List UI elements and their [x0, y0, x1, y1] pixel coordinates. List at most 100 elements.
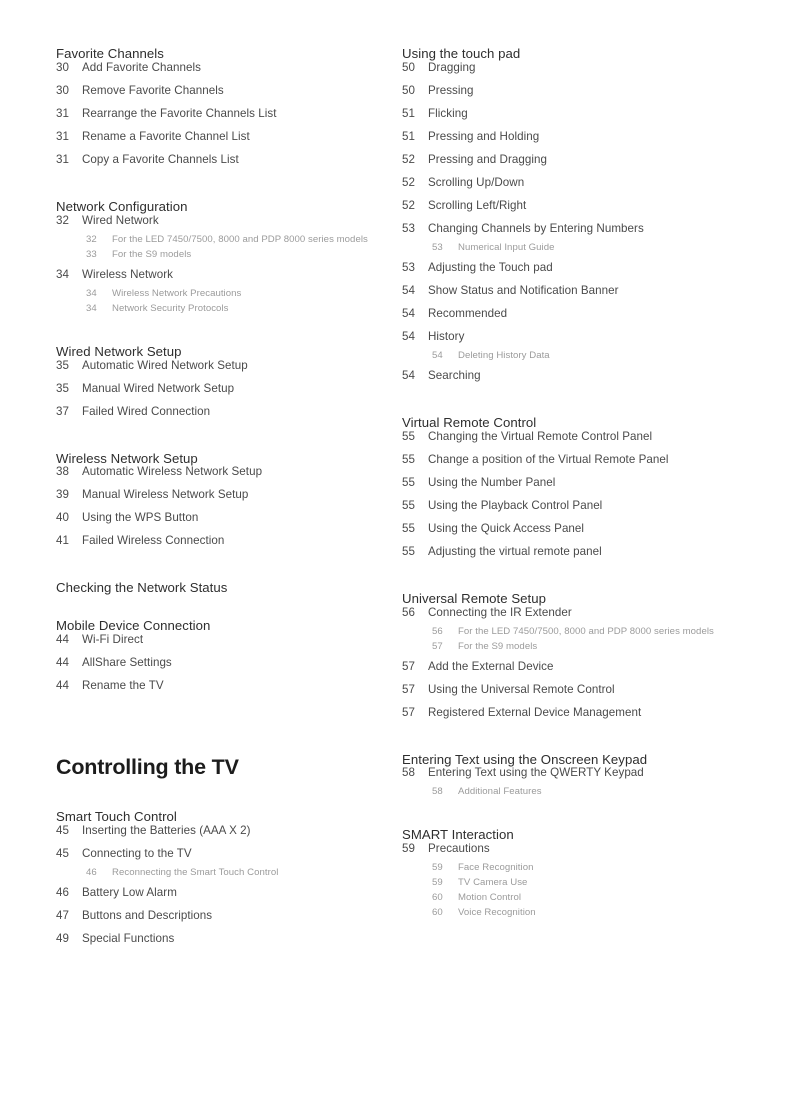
toc-entry[interactable]: 55 Using the Quick Access Panel	[402, 523, 762, 546]
section-heading[interactable]: Using the touch pad	[402, 46, 762, 62]
chapter-title: Controlling the TV	[56, 755, 239, 780]
toc-subentry[interactable]: 60 Voice Recognition	[402, 908, 762, 923]
toc-entry-page: 57	[402, 682, 415, 696]
toc-entry[interactable]: 37 Failed Wired Connection	[56, 404, 402, 429]
toc-entry-page: 52	[402, 152, 415, 166]
toc-entry[interactable]: 55 Using the Number Panel	[402, 477, 762, 500]
section-heading[interactable]: Checking the Network Status	[56, 580, 402, 596]
toc-entry-page: 46	[56, 885, 69, 899]
toc-entry[interactable]: 35 Manual Wired Network Setup	[56, 381, 402, 406]
toc-entry[interactable]: 51 Pressing and Holding	[402, 131, 762, 154]
toc-entry-page: 35	[56, 381, 69, 395]
section-heading[interactable]: Network Configuration	[56, 199, 402, 215]
toc-entry[interactable]: 44 Wi-Fi Direct	[56, 634, 402, 657]
toc-entry[interactable]: 49 Special Functions	[56, 933, 402, 956]
toc-entry-title: Battery Low Alarm	[82, 885, 177, 899]
toc-entry[interactable]: 44 AllShare Settings	[56, 657, 402, 680]
toc-entry[interactable]: 38 Automatic Wireless Network Setup	[56, 466, 402, 489]
toc-entry[interactable]: 31 Rename a Favorite Channel List	[56, 131, 402, 154]
toc-entry-page: 31	[56, 129, 69, 143]
toc-entry-page: 49	[56, 931, 69, 945]
toc-subentry[interactable]: 46 Reconnecting the Smart Touch Control	[56, 868, 402, 883]
toc-subentry[interactable]: 34 Network Security Protocols	[56, 304, 402, 319]
toc-entry[interactable]: 44 Rename the TV	[56, 680, 402, 703]
section-heading[interactable]: Favorite Channels	[56, 46, 402, 62]
toc-entry-title: Using the Quick Access Panel	[428, 521, 585, 535]
toc-entry[interactable]: 57 Add the External Device	[402, 660, 762, 684]
toc-entry[interactable]: 41 Failed Wireless Connection	[56, 535, 402, 558]
toc-entry[interactable]: 39 Manual Wireless Network Setup	[56, 489, 402, 512]
toc-entry[interactable]: 54 Recommended	[402, 308, 762, 331]
toc-entry-title: Wi-Fi Direct	[82, 633, 144, 647]
toc-subentry[interactable]: 58 Additional Features	[402, 787, 762, 802]
toc-entry[interactable]: 53 Adjusting the Touch pad	[402, 262, 762, 285]
section-heading[interactable]: Wired Network Setup	[56, 344, 402, 360]
toc-entry[interactable]: 40 Using the WPS Button	[56, 512, 402, 535]
toc-entry-title: Registered External Device Management	[428, 705, 642, 719]
toc-entry-page: 56	[402, 605, 415, 619]
toc-entry-page: 40	[56, 511, 69, 525]
toc-subentry-title: For the LED 7450/7500, 8000 and PDP 8000…	[112, 233, 368, 245]
toc-entry-page: 55	[402, 429, 415, 443]
toc-entry[interactable]: 57 Registered External Device Management	[402, 705, 762, 730]
toc-entry[interactable]: 31 Rearrange the Favorite Channels List	[56, 108, 402, 131]
toc-entry-page: 44	[56, 633, 69, 647]
toc-entry[interactable]: 50 Dragging	[402, 62, 762, 85]
toc-entry[interactable]: 54 Searching	[402, 370, 762, 393]
toc-entry[interactable]: 51 Flicking	[402, 108, 762, 131]
toc-entry[interactable]: 55 Changing the Virtual Remote Control Pa…	[402, 431, 762, 454]
section-heading[interactable]: Mobile Device Connection	[56, 618, 402, 634]
toc-subentry[interactable]: 33 For the S9 models	[56, 250, 402, 265]
toc-entry-title: Failed Wired Connection	[82, 404, 211, 418]
section-heading[interactable]: Universal Remote Setup	[402, 591, 762, 607]
toc-entry[interactable]: 57 Using the Universal Remote Control	[402, 682, 762, 707]
section-heading[interactable]: Entering Text using the Onscreen Keypad	[402, 752, 762, 768]
section-heading[interactable]: Smart Touch Control	[56, 809, 402, 825]
section-heading[interactable]: Wireless Network Setup	[56, 451, 402, 467]
toc-subentry[interactable]: 57 For the S9 models	[402, 640, 762, 657]
toc-subentry[interactable]: 59 TV Camera Use	[402, 878, 762, 893]
toc-entry[interactable]: 31 Copy a Favorite Channels List	[56, 154, 402, 177]
toc-entry[interactable]: 30 Add Favorite Channels	[56, 62, 402, 85]
toc-entry[interactable]: 55 Adjusting the virtual remote panel	[402, 546, 762, 569]
toc-entry[interactable]: 52 Scrolling Left/Right	[402, 200, 762, 223]
toc-entry-title: Pressing and Holding	[428, 129, 540, 143]
toc-entry-title: History	[428, 329, 465, 343]
toc-subentry-page: 34	[86, 302, 97, 314]
toc-subentry-group: 59 Face Recognition 59 TV Camera Use 60 Motio…	[402, 862, 762, 926]
toc-entry[interactable]: 45 Inserting the Batteries (AAA X 2)	[56, 825, 402, 848]
toc-entry[interactable]: 35 Automatic Wired Network Setup	[56, 359, 402, 383]
toc-entry-title: Wired Network	[82, 213, 159, 227]
toc-entry[interactable]: 52 Pressing and Dragging	[402, 154, 762, 177]
section-heading[interactable]: SMART Interaction	[402, 827, 762, 843]
toc-subentry[interactable]: 34 Wireless Network Precautions	[56, 289, 402, 304]
toc-entry[interactable]: 55 Using the Playback Control Panel	[402, 500, 762, 523]
toc-subentry[interactable]: 54 Deleting History Data	[402, 351, 762, 366]
toc-entry[interactable]: 54 Show Status and Notification Banner	[402, 285, 762, 308]
toc-entry-page: 32	[56, 213, 69, 227]
toc-subentry[interactable]: 32 For the LED 7450/7500, 8000 and PDP 80…	[56, 235, 402, 250]
toc-entry[interactable]: 47 Buttons and Descriptions	[56, 910, 402, 933]
toc-subentry[interactable]: 56 For the LED 7450/7500, 8000 and PDP 80…	[402, 625, 762, 642]
toc-entry[interactable]: 50 Pressing	[402, 85, 762, 108]
toc-entry-page: 34	[56, 267, 69, 281]
toc-subentry-title: Wireless Network Precautions	[112, 287, 242, 299]
toc-subentry[interactable]: 59 Face Recognition	[402, 863, 762, 878]
toc-entry-title: Manual Wired Network Setup	[82, 381, 235, 395]
toc-entry[interactable]: 52 Scrolling Up/Down	[402, 177, 762, 200]
toc-subentry[interactable]: 60 Motion Control	[402, 893, 762, 908]
toc-entry-page: 37	[56, 404, 69, 418]
toc-entry-title: Change a position of the Virtual Remote …	[428, 452, 669, 466]
section-heading[interactable]: Virtual Remote Control	[402, 415, 762, 431]
toc-subentry[interactable]: 53 Numerical Input Guide	[402, 243, 762, 258]
toc-entry-page: 52	[402, 175, 415, 189]
toc-subentry-page: 57	[432, 640, 443, 652]
toc-entry[interactable]: 55 Change a position of the Virtual Remot…	[402, 454, 762, 477]
toc-subentry-page: 32	[86, 233, 97, 245]
toc-entry-title: Adjusting the Touch pad	[428, 260, 553, 274]
toc-subentry-page: 56	[432, 625, 443, 637]
toc-entry-title: Wireless Network	[82, 267, 173, 281]
toc-entry[interactable]: 30 Remove Favorite Channels	[56, 85, 402, 108]
toc-entry-title: Flicking	[428, 106, 468, 120]
toc-entry[interactable]: 46 Battery Low Alarm	[56, 887, 402, 910]
